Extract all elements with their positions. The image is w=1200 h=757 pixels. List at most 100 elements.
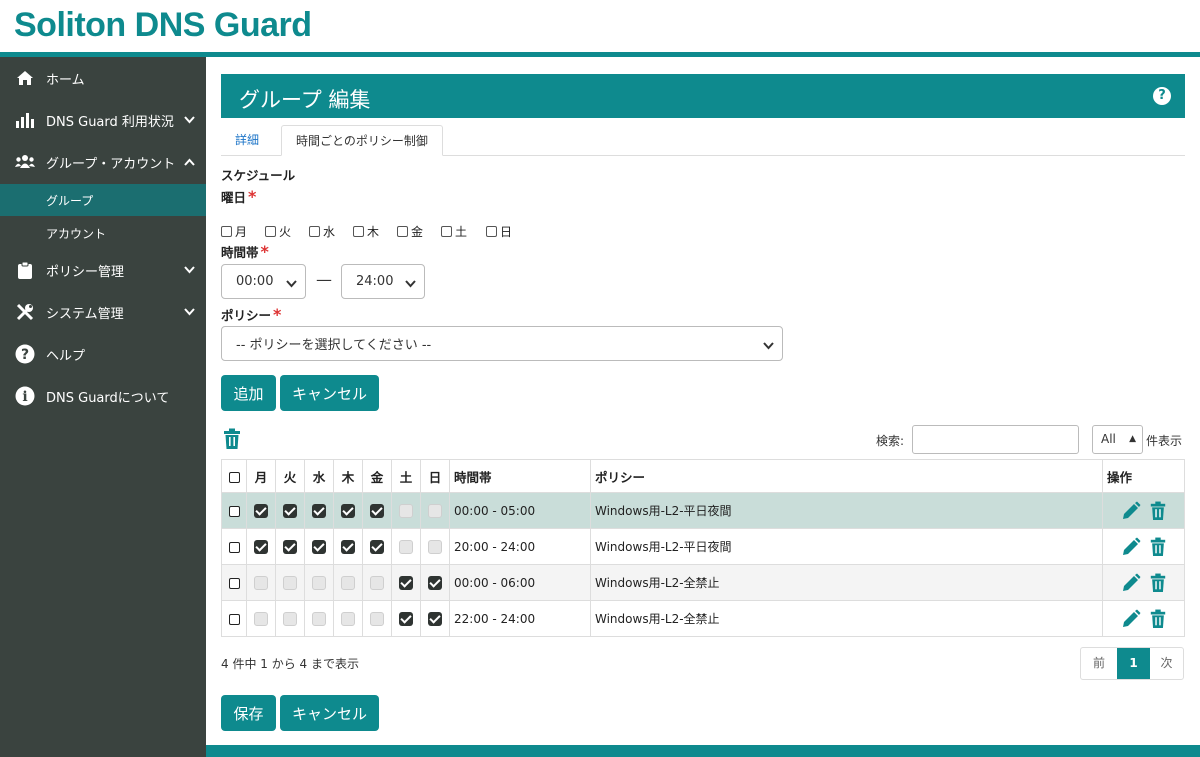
day-sun-checkbox bbox=[428, 539, 442, 554]
day-tue-checkbox bbox=[283, 539, 297, 554]
sidebar-subitem-group[interactable]: グループ bbox=[0, 184, 206, 216]
col-policy[interactable]: ポリシー bbox=[590, 459, 1103, 493]
edit-icon[interactable] bbox=[1121, 573, 1141, 593]
day-wed-checkbox bbox=[312, 611, 326, 626]
day-cell-mon bbox=[246, 564, 276, 601]
table-row[interactable]: 20:00 - 24:00 Windows用-L2-平日夜間 bbox=[221, 528, 1185, 565]
col-fri[interactable]: 金 bbox=[362, 459, 392, 493]
row-select-cell bbox=[221, 600, 247, 637]
day-checkbox-tue[interactable]: 火 bbox=[265, 223, 291, 240]
table-header-row: 月 火 水 木 金 土 日 時間帯 ポリシー 操作 bbox=[221, 459, 1185, 493]
checkbox[interactable] bbox=[221, 226, 232, 237]
day-label: 日 bbox=[500, 225, 513, 239]
days-label-text: 曜日 bbox=[221, 190, 247, 205]
tab-time-policy[interactable]: 時間ごとのポリシー制御 bbox=[281, 125, 443, 156]
edit-icon[interactable] bbox=[1121, 609, 1141, 629]
day-cell-sun bbox=[420, 564, 450, 601]
delete-selected-icon[interactable] bbox=[222, 428, 242, 454]
day-checkbox-mon[interactable]: 月 bbox=[221, 223, 247, 240]
checkbox[interactable] bbox=[353, 226, 364, 237]
cancel-form-button[interactable]: キャンセル bbox=[280, 375, 379, 411]
day-cell-sun bbox=[420, 492, 450, 529]
sidebar-item-label: DNS Guard 利用状況 bbox=[46, 114, 174, 130]
page-title-bar: グループ 編集 ? bbox=[221, 74, 1185, 118]
chevron-up-icon bbox=[182, 158, 196, 166]
page-length-select[interactable]: All ▲ bbox=[1092, 425, 1143, 454]
sidebar-subitem-account[interactable]: アカウント bbox=[0, 217, 206, 249]
pagination-page[interactable]: 1 bbox=[1117, 648, 1150, 679]
day-checkbox-sat[interactable]: 土 bbox=[441, 223, 467, 240]
col-tue[interactable]: 火 bbox=[275, 459, 305, 493]
sidebar-item-about[interactable]: i DNS Guardについて bbox=[0, 376, 206, 416]
day-checkbox-thu[interactable]: 木 bbox=[353, 223, 379, 240]
day-cell-thu bbox=[333, 564, 363, 601]
col-sun[interactable]: 日 bbox=[420, 459, 450, 493]
save-button[interactable]: 保存 bbox=[221, 695, 276, 731]
day-sat-checkbox bbox=[399, 539, 413, 554]
tab-detail[interactable]: 詳細 bbox=[221, 125, 273, 156]
sidebar-item-usage[interactable]: DNS Guard 利用状況 bbox=[0, 100, 206, 140]
add-button[interactable]: 追加 bbox=[221, 375, 276, 411]
cancel-button[interactable]: キャンセル bbox=[280, 695, 379, 731]
edit-icon[interactable] bbox=[1121, 537, 1141, 557]
day-checkbox-fri[interactable]: 金 bbox=[397, 223, 423, 240]
day-label: 木 bbox=[367, 225, 380, 239]
sidebar-item-policy[interactable]: ポリシー管理 bbox=[0, 250, 206, 290]
edit-icon[interactable] bbox=[1121, 501, 1141, 521]
row-select-cell bbox=[221, 528, 247, 565]
help-button[interactable]: ? bbox=[1153, 87, 1171, 105]
row-select-cell bbox=[221, 492, 247, 529]
col-actions: 操作 bbox=[1102, 459, 1185, 493]
day-cell-sun bbox=[420, 600, 450, 637]
search-input[interactable] bbox=[912, 425, 1079, 454]
checkbox[interactable] bbox=[397, 226, 408, 237]
sidebar-item-help[interactable]: ? ヘルプ bbox=[0, 334, 206, 374]
app-logo[interactable]: Soliton DNS Guard bbox=[14, 6, 312, 45]
home-icon bbox=[14, 67, 36, 89]
row-select-checkbox[interactable] bbox=[228, 577, 240, 589]
time-cell: 00:00 - 05:00 bbox=[449, 492, 591, 529]
col-sat[interactable]: 土 bbox=[391, 459, 421, 493]
day-cell-tue bbox=[275, 528, 305, 565]
day-checkbox-sun[interactable]: 日 bbox=[486, 223, 512, 240]
users-icon bbox=[14, 151, 36, 173]
row-select-checkbox[interactable] bbox=[228, 541, 240, 553]
checkbox[interactable] bbox=[265, 226, 276, 237]
search-label: 検索: bbox=[876, 434, 905, 448]
day-label: 水 bbox=[323, 225, 336, 239]
checkbox[interactable] bbox=[441, 226, 452, 237]
table-row[interactable]: 00:00 - 06:00 Windows用-L2-全禁止 bbox=[221, 564, 1185, 601]
col-mon[interactable]: 月 bbox=[246, 459, 276, 493]
row-select-checkbox[interactable] bbox=[228, 505, 240, 517]
sidebar-item-home[interactable]: ホーム bbox=[0, 58, 206, 98]
trash-icon[interactable] bbox=[1149, 609, 1167, 629]
day-cell-sat bbox=[391, 600, 421, 637]
policy-select[interactable]: -- ポリシーを選択してください -- bbox=[221, 326, 783, 361]
sort-arrows-icon: ▲ bbox=[1129, 434, 1136, 444]
day-tue-checkbox bbox=[283, 503, 297, 518]
col-time[interactable]: 時間帯 bbox=[449, 459, 591, 493]
col-wed[interactable]: 水 bbox=[304, 459, 334, 493]
trash-icon[interactable] bbox=[1149, 501, 1167, 521]
sidebar-item-system[interactable]: システム管理 bbox=[0, 292, 206, 332]
chevron-down-icon bbox=[182, 266, 196, 274]
time-start-select[interactable]: 00:00 bbox=[221, 264, 306, 299]
sidebar-item-group-account[interactable]: グループ・アカウント bbox=[0, 142, 206, 182]
trash-icon[interactable] bbox=[1149, 573, 1167, 593]
day-cell-tue bbox=[275, 492, 305, 529]
trash-icon[interactable] bbox=[1149, 537, 1167, 557]
table-row[interactable]: 00:00 - 05:00 Windows用-L2-平日夜間 bbox=[221, 492, 1185, 529]
table-row[interactable]: 22:00 - 24:00 Windows用-L2-全禁止 bbox=[221, 600, 1185, 637]
row-select-checkbox[interactable] bbox=[228, 613, 240, 625]
page-length-value: All bbox=[1101, 432, 1116, 446]
pagination-next[interactable]: 次 bbox=[1150, 648, 1183, 679]
days-label: 曜日 * bbox=[221, 187, 256, 206]
col-thu[interactable]: 木 bbox=[333, 459, 363, 493]
day-checkbox-wed[interactable]: 水 bbox=[309, 223, 335, 240]
checkbox[interactable] bbox=[309, 226, 320, 237]
pagination-prev[interactable]: 前 bbox=[1081, 648, 1117, 679]
select-all-checkbox[interactable] bbox=[228, 471, 240, 483]
time-end-select[interactable]: 24:00 bbox=[341, 264, 425, 299]
time-start-value: 00:00 bbox=[236, 274, 274, 289]
checkbox[interactable] bbox=[486, 226, 497, 237]
